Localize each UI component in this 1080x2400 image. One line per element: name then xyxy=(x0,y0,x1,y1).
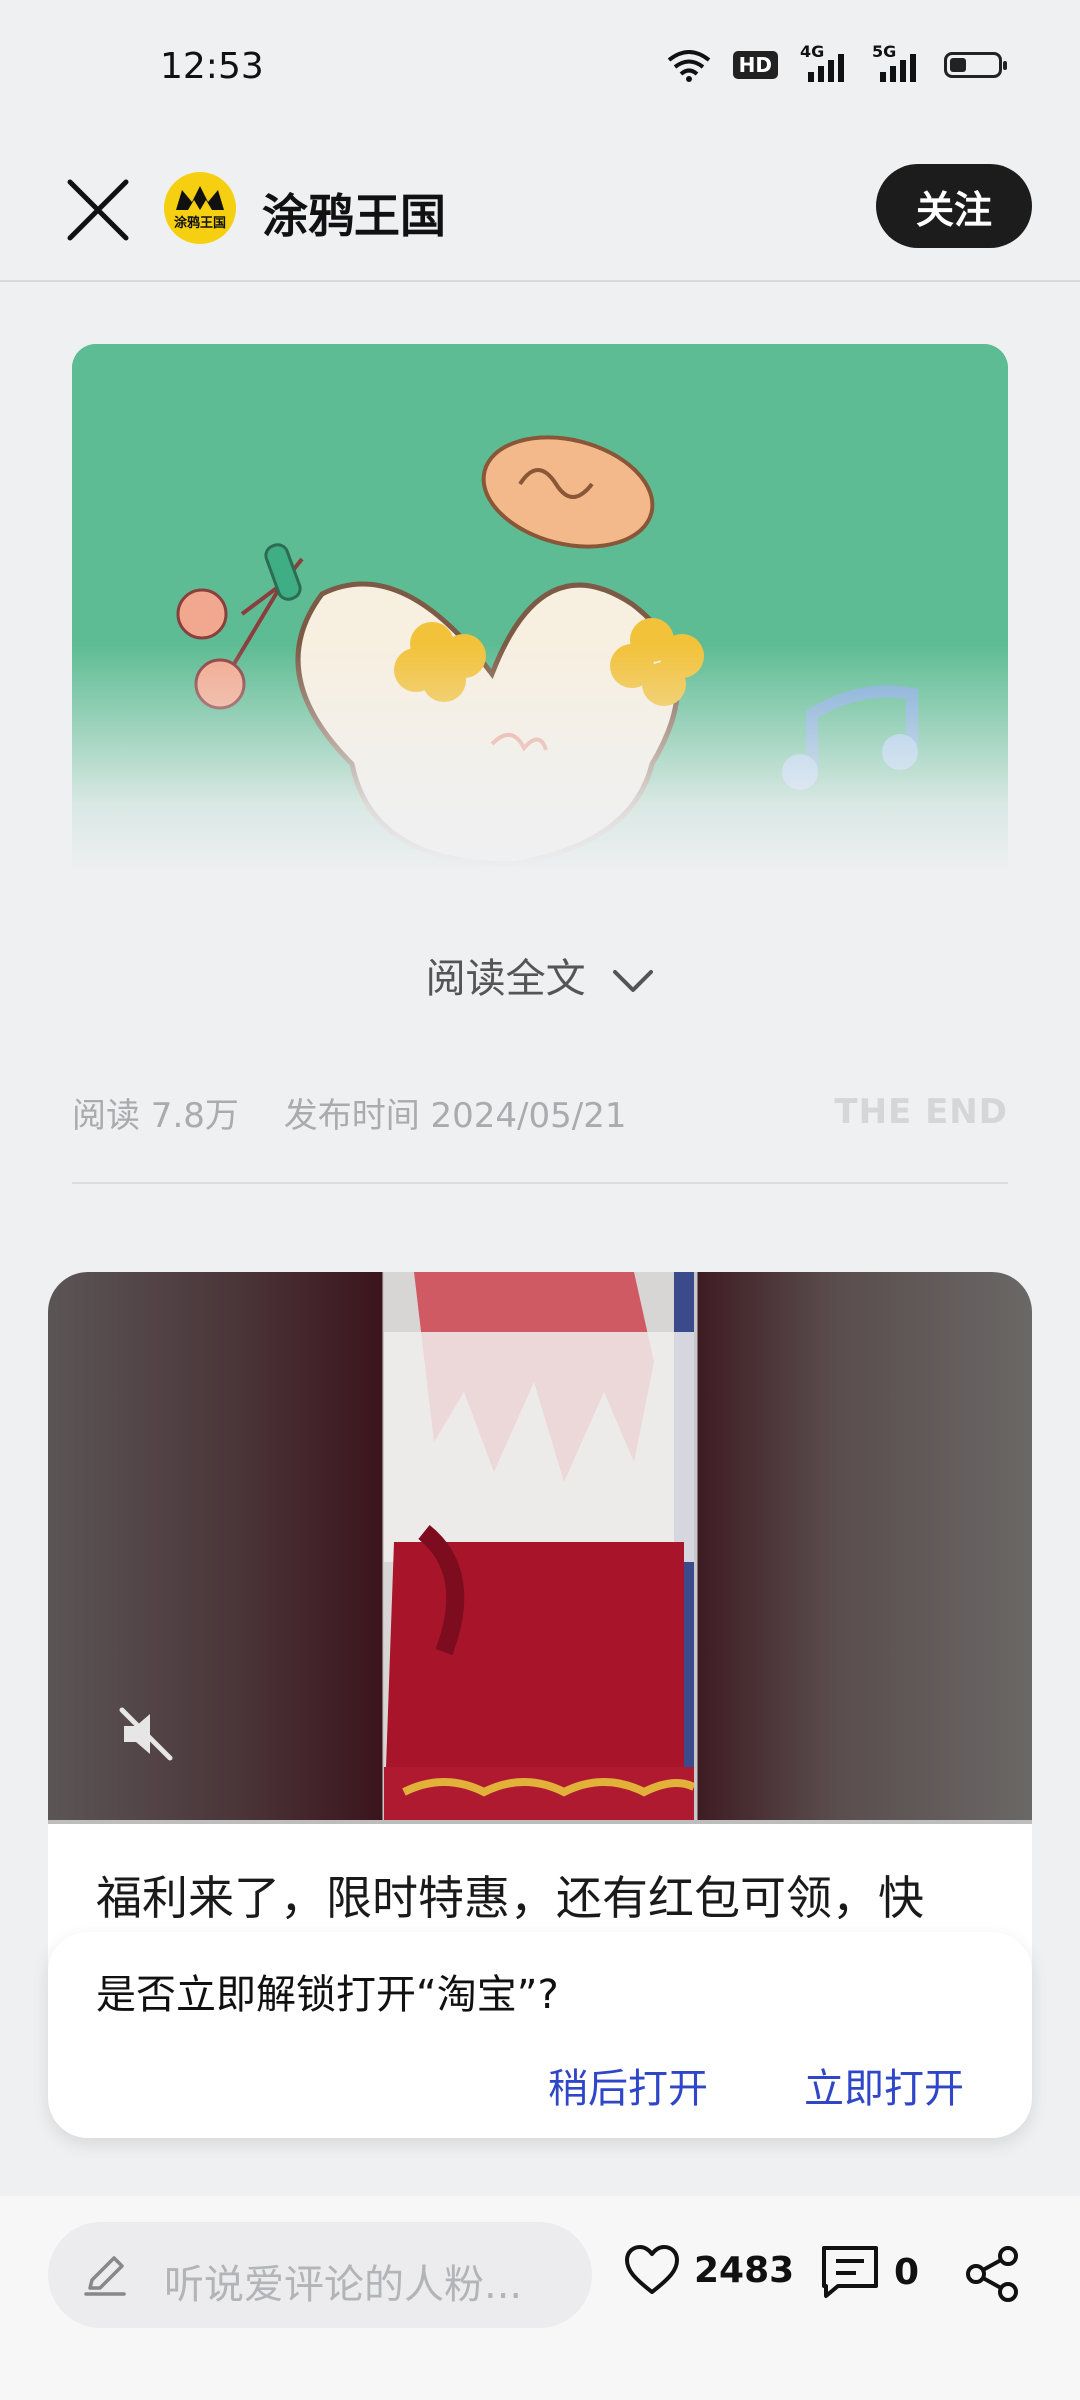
battery-level xyxy=(950,58,966,72)
hd-badge: HD xyxy=(732,51,778,79)
follow-button[interactable]: 关注 xyxy=(876,164,1032,248)
status-bar: 12:53 HD 4G 5G xyxy=(0,0,1080,140)
status-icons: HD 4G 5G xyxy=(667,42,1007,82)
comment-count: 0 xyxy=(894,2251,920,2293)
battery-icon xyxy=(944,52,1007,78)
share-icon[interactable] xyxy=(962,2244,1022,2304)
comment-placeholder: 听说爱评论的人粉... xyxy=(164,2262,523,2308)
signal-4g-icon: 4G xyxy=(800,42,850,82)
mute-icon[interactable] xyxy=(114,1702,178,1766)
article-cover-image[interactable] xyxy=(72,344,1008,874)
account-name[interactable]: 涂鸦王国 xyxy=(262,180,446,246)
article-header: 涂鸦王国 涂鸦王国 关注 xyxy=(0,140,1080,282)
pencil-icon xyxy=(84,2256,126,2296)
publish-time: 发布时间 2024/05/21 xyxy=(283,1096,627,1136)
ad-video[interactable] xyxy=(48,1272,1032,1824)
read-more-button[interactable]: 阅读全文 xyxy=(0,946,1080,1004)
wifi-icon xyxy=(667,50,710,82)
end-marker: THE END xyxy=(834,1092,1008,1132)
read-more-label: 阅读全文 xyxy=(425,956,586,1002)
ad-title[interactable]: 福利来了，限时特惠，还有红包可领，快 xyxy=(96,1862,924,1928)
close-icon[interactable] xyxy=(64,176,132,244)
comments-button[interactable]: 0 xyxy=(820,2244,919,2300)
video-progress-bar xyxy=(48,1820,1032,1824)
signal-5g-icon: 5G xyxy=(872,42,922,82)
read-count: 阅读 7.8万 xyxy=(72,1096,239,1136)
status-time: 12:53 xyxy=(160,46,264,87)
avatar[interactable]: 涂鸦王国 xyxy=(164,172,236,244)
article-meta: 阅读 7.8万 发布时间 2024/05/21 xyxy=(72,1088,626,1137)
avatar-logo-text: 涂鸦王国 xyxy=(173,216,226,231)
heart-icon xyxy=(625,2245,679,2294)
like-button[interactable]: 2483 xyxy=(624,2244,794,2296)
chevron-down-icon xyxy=(613,970,654,992)
cover-fade xyxy=(72,644,1008,874)
open-now-button[interactable]: 立即打开 xyxy=(804,2056,964,2114)
open-later-button[interactable]: 稍后打开 xyxy=(548,2056,708,2114)
comment-icon xyxy=(822,2246,878,2298)
dialog-message: 是否立即解锁打开“淘宝”? xyxy=(96,1972,559,2018)
divider xyxy=(72,1182,1008,1184)
comment-input[interactable]: 听说爱评论的人粉... xyxy=(48,2222,592,2328)
crown-icon xyxy=(176,186,224,210)
video-frame xyxy=(384,1272,694,1824)
bottom-action-bar: 听说爱评论的人粉... 2483 0 xyxy=(0,2196,1080,2400)
like-count: 2483 xyxy=(694,2249,795,2291)
open-app-dialog: 是否立即解锁打开“淘宝”? 稍后打开 立即打开 xyxy=(48,1932,1032,2138)
